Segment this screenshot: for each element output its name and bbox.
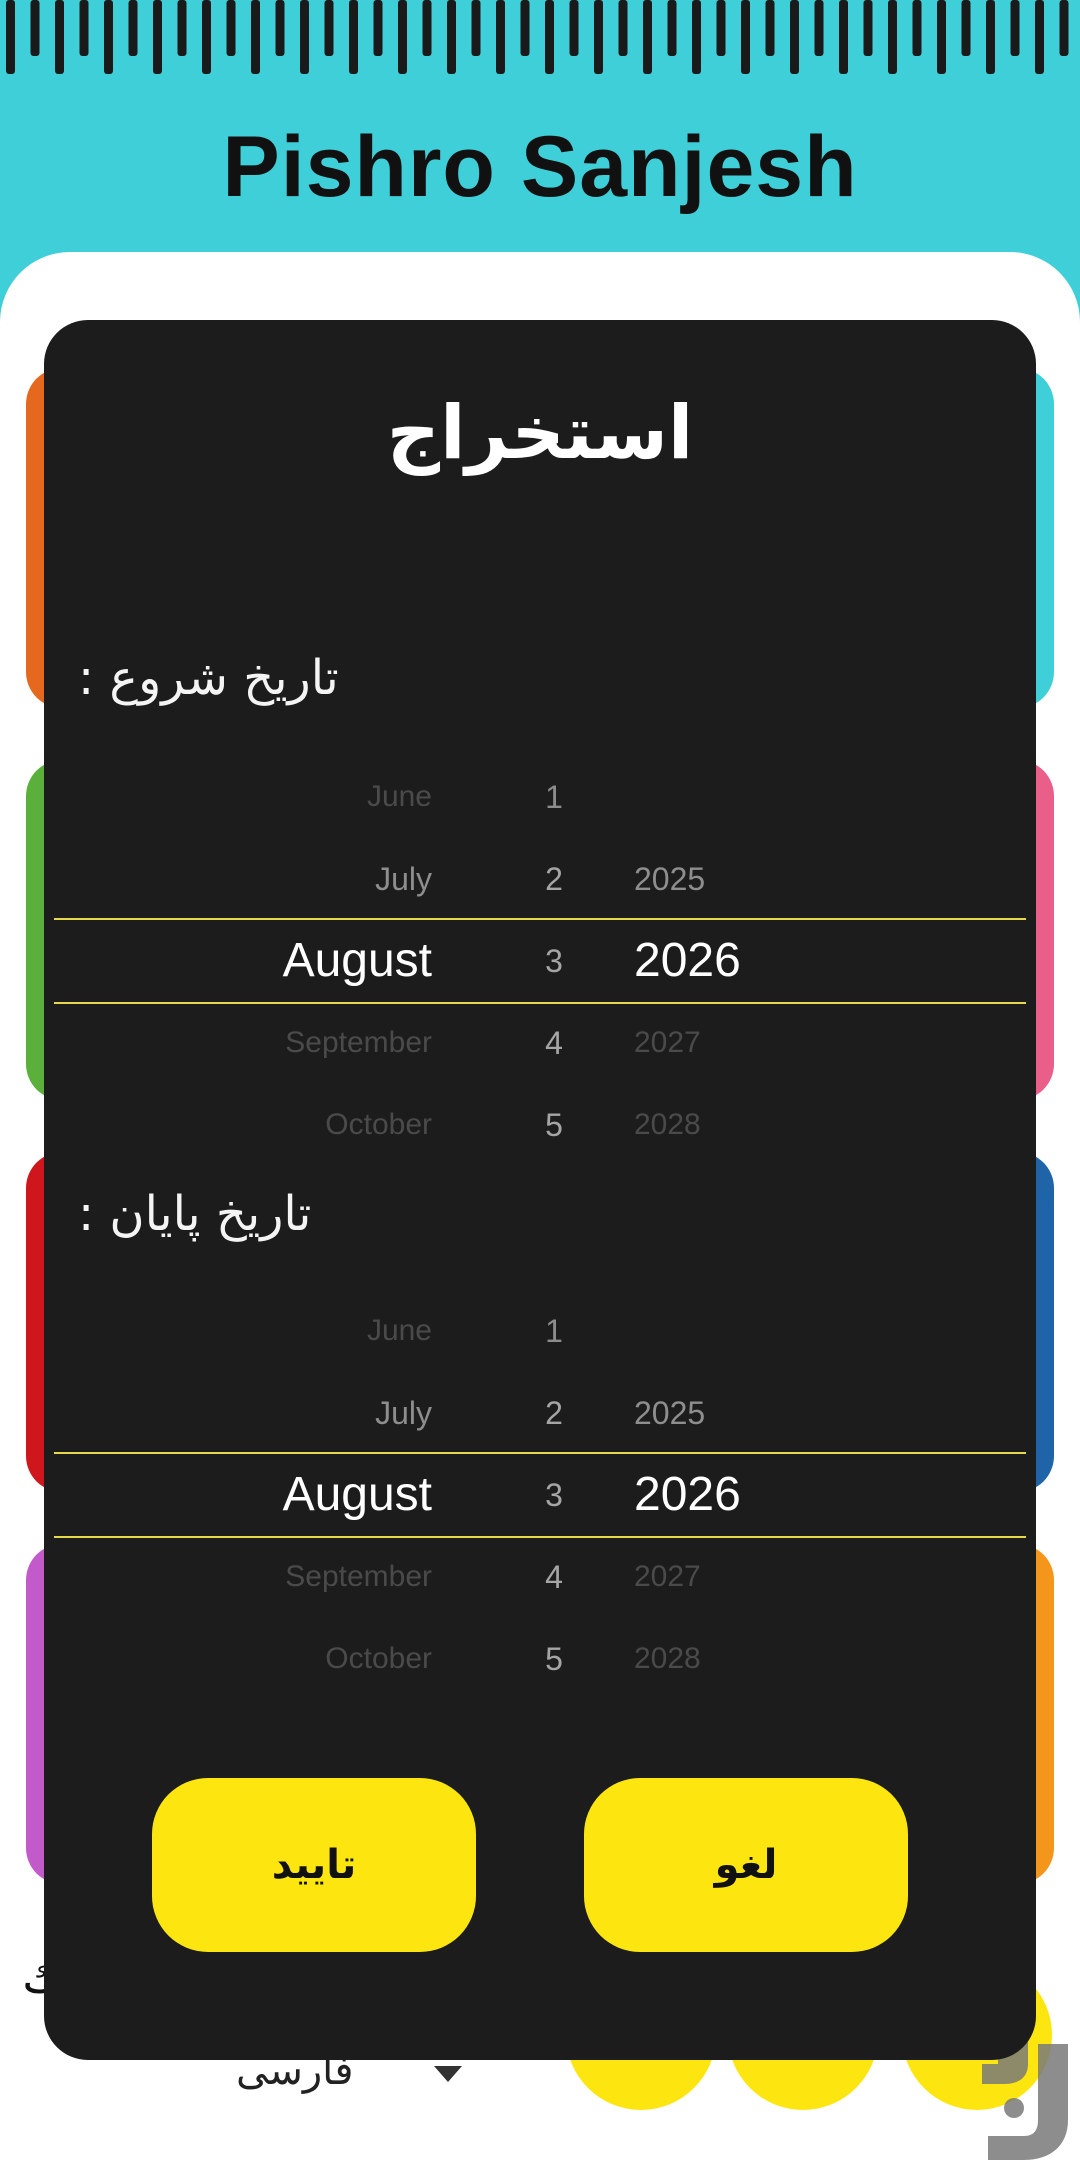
ruler-tick (79, 0, 89, 56)
day-option[interactable]: 5 (524, 1618, 584, 1700)
ruler-tick (275, 0, 285, 56)
day-option[interactable]: 1 (524, 1290, 584, 1372)
ruler-tick (422, 0, 432, 56)
day-selected[interactable]: 3 (524, 1454, 584, 1536)
ruler-tick (324, 0, 334, 56)
ruler-tick (300, 0, 309, 74)
ruler-tick (912, 0, 922, 56)
end-date-label: تاریخ پایان : (78, 1186, 312, 1242)
ruler-tick (594, 0, 603, 74)
month-option[interactable]: July (54, 1372, 432, 1454)
ruler-tick (1010, 0, 1020, 56)
ruler-decoration (0, 0, 1080, 78)
ruler-tick (863, 0, 873, 56)
month-option[interactable]: September (54, 1536, 432, 1618)
ruler-tick (226, 0, 236, 56)
dialog-title: استخراج (386, 390, 694, 476)
day-option[interactable]: 4 (524, 1536, 584, 1618)
day-option[interactable]: 5 (524, 1084, 584, 1166)
month-selected[interactable]: August (54, 1454, 432, 1536)
month-option[interactable]: June (54, 756, 432, 838)
ruler-tick (202, 0, 211, 74)
ruler-tick (496, 0, 505, 74)
day-selected[interactable]: 3 (524, 920, 584, 1002)
month-option[interactable]: September (54, 1002, 432, 1084)
ruler-tick (349, 0, 358, 74)
ruler-tick (667, 0, 677, 56)
month-option[interactable]: October (54, 1618, 432, 1700)
ruler-tick (643, 0, 652, 74)
ruler-tick (765, 0, 775, 56)
app-title: Pishro Sanjesh (222, 119, 858, 215)
end-date-picker[interactable]: June July August September October 1 2 3… (54, 1290, 1026, 1700)
ruler-tick (986, 0, 995, 74)
ruler-tick (471, 0, 481, 56)
month-option[interactable]: October (54, 1084, 432, 1166)
month-option[interactable]: June (54, 1290, 432, 1372)
year-option[interactable]: 2027 (634, 1536, 834, 1618)
ruler-tick (177, 0, 187, 56)
ruler-tick (30, 0, 40, 56)
start-date-picker[interactable]: June July August September October 1 2 3… (54, 756, 1026, 1166)
year-option[interactable]: 2028 (634, 1084, 834, 1166)
ruler-tick (888, 0, 897, 74)
ruler-tick (692, 0, 701, 74)
ruler-tick (814, 0, 824, 56)
year-option[interactable]: 2025 (634, 1372, 834, 1454)
month-selected[interactable]: August (54, 920, 432, 1002)
year-option[interactable]: 2025 (634, 838, 834, 920)
day-option[interactable]: 2 (524, 1372, 584, 1454)
ruler-tick (1035, 0, 1044, 74)
ruler-tick (618, 0, 628, 56)
ruler-tick (741, 0, 750, 74)
ruler-tick (545, 0, 554, 74)
year-option[interactable]: 2028 (634, 1618, 834, 1700)
ruler-tick (251, 0, 260, 74)
ruler-tick (55, 0, 64, 74)
year-selected[interactable]: 2026 (634, 1454, 834, 1536)
ruler-tick (153, 0, 162, 74)
extract-dialog: استخراج تاریخ شروع : June July August Se… (44, 320, 1036, 2060)
ruler-tick (398, 0, 407, 74)
ruler-tick (373, 0, 383, 56)
ruler-tick (1059, 0, 1069, 56)
cancel-button[interactable]: لغو (584, 1778, 908, 1952)
confirm-button[interactable]: تایید (152, 1778, 476, 1952)
ruler-tick (839, 0, 848, 74)
month-option[interactable]: July (54, 838, 432, 920)
start-date-label: تاریخ شروع : (78, 650, 339, 706)
ruler-tick (520, 0, 530, 56)
ruler-tick (790, 0, 799, 74)
ruler-tick (447, 0, 456, 74)
ruler-tick (716, 0, 726, 56)
dropdown-caret-icon[interactable] (434, 2066, 462, 2082)
ruler-tick (961, 0, 971, 56)
day-option[interactable]: 1 (524, 756, 584, 838)
ruler-tick (6, 0, 15, 74)
ruler-tick (569, 0, 579, 56)
year-option[interactable]: 2027 (634, 1002, 834, 1084)
ruler-tick (104, 0, 113, 74)
year-selected[interactable]: 2026 (634, 920, 834, 1002)
ruler-tick (937, 0, 946, 74)
ruler-tick (128, 0, 138, 56)
day-option[interactable]: 2 (524, 838, 584, 920)
day-option[interactable]: 4 (524, 1002, 584, 1084)
